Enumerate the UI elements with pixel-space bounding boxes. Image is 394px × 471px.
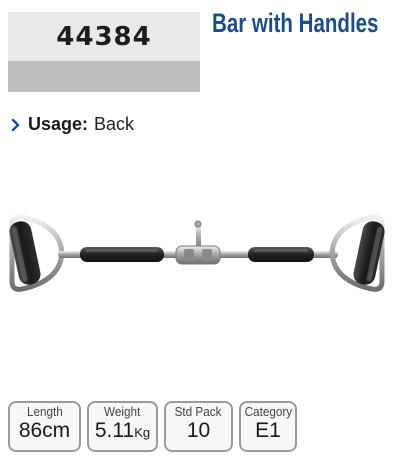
center-swivel	[175, 220, 221, 265]
left-handle	[9, 214, 65, 292]
spec-length-label: Length	[26, 404, 63, 419]
spec-weight-value-line: 5.11Kg	[95, 419, 150, 445]
spec-length: Length 86cm	[8, 401, 81, 452]
spec-category: Category E1	[239, 401, 297, 452]
spec-weight: Weight 5.11Kg	[87, 401, 158, 452]
usage-line: Usage: Back	[10, 114, 134, 135]
chevron-right-icon	[11, 118, 20, 131]
spec-pack: Std Pack 10	[164, 401, 233, 452]
spec-badges: Length 86cm Weight 5.11Kg Std Pack 10 Ca…	[8, 401, 297, 452]
spec-weight-value: 5.11	[94, 419, 135, 442]
product-title: Bar with Handles	[212, 8, 379, 38]
spec-length-value: 86cm	[18, 419, 71, 442]
product-image	[9, 214, 385, 292]
usage-label: Usage:	[28, 114, 89, 134]
product-code-panel: 44384	[8, 12, 200, 61]
right-handle	[329, 214, 385, 292]
product-code-box: 44384	[8, 12, 200, 92]
spec-category-label: Category	[244, 404, 292, 419]
product-code: 44384	[56, 21, 152, 52]
usage-value: Back	[94, 114, 135, 134]
spec-weight-label: Weight	[104, 404, 141, 419]
spec-category-value: E1	[255, 419, 281, 442]
spec-pack-value: 10	[186, 419, 211, 442]
spec-weight-unit: Kg	[134, 425, 151, 440]
spec-pack-label: Std Pack	[175, 404, 222, 419]
